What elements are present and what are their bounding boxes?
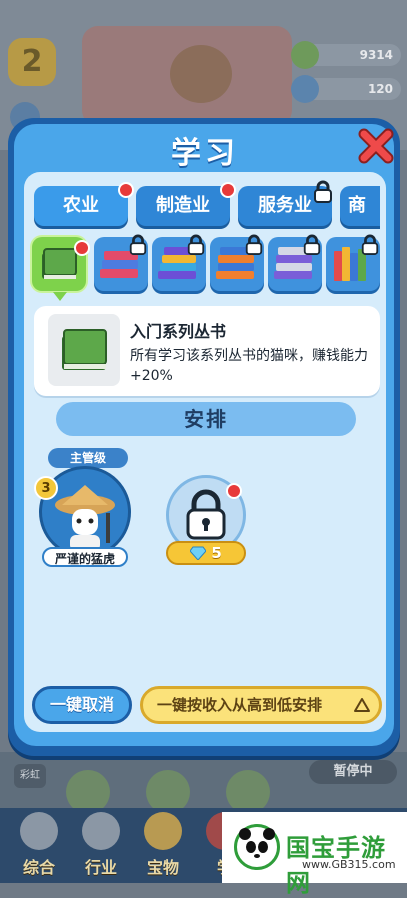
auto-arrange-label: 一键按收入从高到低安排 (157, 696, 323, 714)
cash-value: 9314 (359, 48, 393, 62)
tab-label: 服务业 (258, 195, 312, 216)
nav-item-industry[interactable]: 行业 (72, 812, 130, 878)
lock-icon (129, 234, 147, 255)
lock-icon (187, 234, 205, 255)
notification-dot (220, 182, 236, 198)
gem-value: 120 (367, 82, 393, 96)
cancel-all-button[interactable]: 一键取消 (32, 686, 132, 724)
green-book-icon (62, 329, 107, 370)
lock-icon (361, 234, 379, 255)
background-left-tab: 彩虹 (14, 764, 46, 788)
cash-icon (291, 41, 319, 69)
close-icon (358, 128, 394, 164)
arrange-header: 安排 (56, 402, 356, 436)
selection-pointer (53, 292, 67, 301)
cat-level-badge: 3 (34, 476, 58, 500)
resource-counter-gems: 120 (291, 75, 401, 103)
diamond-icon (189, 546, 207, 561)
cat-name: 严谨的猛虎 (42, 547, 128, 567)
nav-item-overview[interactable]: 综合 (10, 812, 68, 878)
tab-manufacturing[interactable]: 制造业 (136, 186, 230, 226)
unlock-cost[interactable]: 5 (166, 541, 246, 565)
notification-dot (74, 240, 90, 256)
notification-dot (118, 182, 134, 198)
lock-icon (303, 234, 321, 255)
panda-logo (234, 824, 280, 870)
triangle-up-icon (354, 698, 370, 712)
nav-label: 宝物 (146, 858, 179, 877)
tab-agriculture[interactable]: 农业 (34, 186, 128, 226)
tab-label: 商 (348, 195, 366, 216)
lock-icon (245, 234, 263, 255)
farm-house-icon (170, 45, 232, 103)
auto-arrange-button[interactable]: 一键按收入从高到低安排 (140, 686, 382, 724)
tab-label: 制造业 (156, 195, 210, 216)
gem-icon (291, 75, 319, 103)
nav-label: 行业 (84, 858, 117, 877)
book-title: 入门系列丛书 (130, 322, 227, 341)
lock-icon (314, 180, 332, 203)
cat-rank-badge: 主管级 (48, 448, 128, 468)
nav-label: 综合 (22, 858, 55, 877)
notification-dot (226, 483, 242, 499)
treasure-icon (144, 812, 182, 850)
tab-label: 农业 (63, 195, 99, 216)
close-button[interactable] (356, 126, 396, 166)
unlock-cost-value: 5 (211, 544, 222, 562)
paw-icon (20, 812, 58, 850)
modal-title: 学习 (171, 136, 239, 171)
watermark-url: www.GB315.com (302, 858, 396, 871)
book-preview (48, 314, 120, 386)
pause-indicator: 暂停中 (309, 760, 397, 784)
resource-counter-cash: 9314 (291, 41, 401, 69)
nav-item-treasure[interactable]: 宝物 (134, 812, 192, 878)
cat-icon (82, 812, 120, 850)
player-level-badge: 2 (8, 38, 56, 86)
book-description: 所有学习该系列丛书的猫咪，赚钱能力+20% (130, 348, 368, 384)
tab-commerce[interactable]: 商 (340, 186, 380, 226)
